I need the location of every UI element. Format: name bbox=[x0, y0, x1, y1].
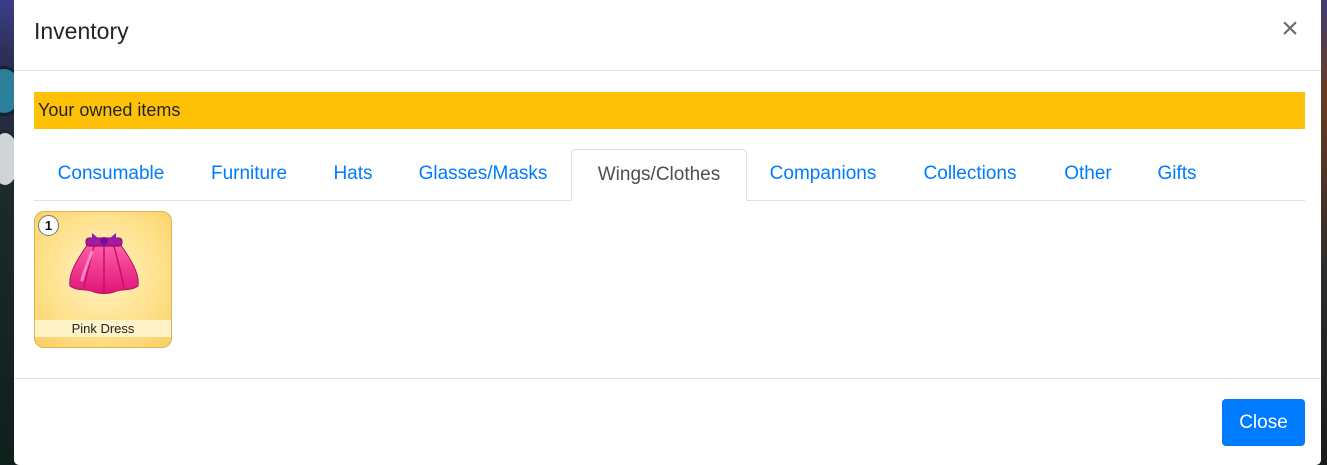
modal-body: Your owned items Consumable Furniture Ha… bbox=[34, 92, 1305, 351]
tab-wings-clothes[interactable]: Wings/Clothes bbox=[571, 149, 747, 201]
items-grid: 1 Pink Dress bbox=[34, 211, 1305, 351]
tab-consumable[interactable]: Consumable bbox=[34, 149, 188, 201]
close-button[interactable]: Close bbox=[1222, 399, 1305, 446]
tab-furniture[interactable]: Furniture bbox=[188, 149, 310, 201]
background-edge bbox=[1321, 0, 1327, 465]
tab-other[interactable]: Other bbox=[1041, 149, 1135, 201]
modal-title: Inventory bbox=[34, 18, 129, 44]
inventory-modal: Inventory × Your owned items Consumable … bbox=[14, 0, 1321, 465]
owned-items-banner: Your owned items bbox=[34, 92, 1305, 129]
pink-dress-icon bbox=[69, 233, 139, 294]
tab-hats[interactable]: Hats bbox=[310, 149, 396, 201]
inventory-item-card[interactable]: 1 Pink Dress bbox=[34, 211, 172, 348]
modal-footer: Close bbox=[14, 378, 1321, 465]
close-icon[interactable]: × bbox=[1275, 12, 1305, 46]
item-name: Pink Dress bbox=[35, 320, 171, 337]
tab-gifts[interactable]: Gifts bbox=[1135, 149, 1219, 201]
tab-collections[interactable]: Collections bbox=[899, 149, 1041, 201]
item-count-badge: 1 bbox=[38, 215, 59, 236]
category-tabs: Consumable Furniture Hats Glasses/Masks … bbox=[34, 149, 1305, 201]
modal-header: Inventory × bbox=[14, 0, 1321, 71]
tab-glasses-masks[interactable]: Glasses/Masks bbox=[396, 149, 570, 201]
tab-companions[interactable]: Companions bbox=[747, 149, 899, 201]
